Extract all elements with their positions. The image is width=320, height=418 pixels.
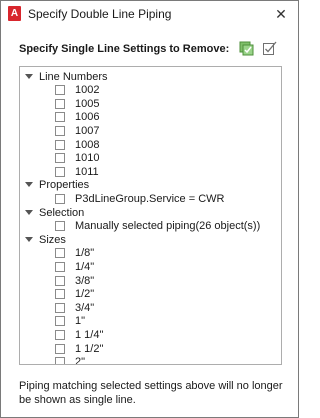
tree-item-label: 1/2": [75, 288, 95, 301]
tree-group-label: Line Numbers: [39, 70, 108, 83]
collapse-arrow-icon[interactable]: [25, 182, 33, 190]
item-checkbox[interactable]: [55, 112, 65, 123]
tree-item-label: P3dLineGroup.Service = CWR: [75, 192, 225, 205]
tree-item-label: 3/8": [75, 274, 95, 287]
item-checkbox[interactable]: [55, 261, 65, 272]
item-checkbox[interactable]: [55, 193, 65, 204]
settings-heading: Specify Single Line Settings to Remove:: [19, 43, 230, 55]
select-all-button[interactable]: [237, 39, 255, 57]
tree-item[interactable]: 1002: [55, 84, 99, 97]
tree-item-label: 1 1/4": [75, 328, 104, 341]
close-icon: ✕: [275, 5, 287, 22]
tree-item-label: 1002: [75, 84, 100, 97]
tree-item[interactable]: 1006: [55, 111, 99, 124]
tree-group-0[interactable]: Line Numbers: [25, 70, 107, 83]
tree-item[interactable]: 1/2": [55, 288, 94, 301]
tree-item-label: 1/4": [75, 260, 95, 273]
tree-item[interactable]: 1005: [55, 97, 99, 110]
tree-item-label: 1008: [75, 138, 100, 151]
tree-item-label: 1005: [75, 97, 100, 110]
tree-item-label: 1 1/2": [75, 342, 104, 355]
tree-item-label: 3/4": [75, 301, 95, 314]
tree-item-label: 1": [75, 315, 86, 328]
tree-item[interactable]: 1": [55, 315, 85, 328]
tree-group-2[interactable]: Selection: [25, 206, 84, 219]
tree-group-label: Properties: [39, 179, 90, 192]
tree-item[interactable]: 1 1/2": [55, 342, 103, 355]
item-checkbox[interactable]: [55, 153, 65, 164]
tree-item[interactable]: 2": [55, 356, 86, 365]
title-bar: A Specify Double Line Piping ✕: [1, 1, 298, 28]
autocad-app-icon: A: [8, 6, 21, 21]
tree-item[interactable]: 1007: [55, 124, 99, 137]
collapse-arrow-icon[interactable]: [25, 209, 33, 218]
collapse-arrow-icon[interactable]: [25, 236, 33, 245]
window-title: Specify Double Line Piping: [28, 7, 172, 21]
item-checkbox[interactable]: [55, 357, 65, 364]
item-checkbox[interactable]: [55, 289, 65, 300]
tree-item[interactable]: 1008: [55, 138, 99, 151]
collapse-arrow-icon[interactable]: [25, 73, 33, 82]
item-checkbox[interactable]: [55, 98, 65, 109]
clear-all-icon: [263, 41, 277, 55]
tree-group-label: Selection: [39, 206, 85, 219]
item-checkbox[interactable]: [55, 329, 65, 340]
clear-all-button[interactable]: [261, 39, 279, 57]
item-checkbox[interactable]: [55, 302, 65, 313]
tree-item-label: 1011: [75, 165, 99, 178]
select-all-icon: [239, 41, 254, 56]
tree-group-3[interactable]: Sizes: [25, 233, 66, 246]
tree-item[interactable]: Manually selected piping(26 object(s)): [55, 220, 260, 233]
tree-item[interactable]: 3/4": [55, 301, 94, 314]
tree-item-label: 1010: [75, 152, 100, 165]
tree-group-1[interactable]: Properties: [25, 179, 89, 192]
item-checkbox[interactable]: [55, 343, 65, 354]
tree-item[interactable]: P3dLineGroup.Service = CWR: [55, 192, 224, 205]
tree-item[interactable]: 1011: [55, 165, 99, 178]
tree-item-label: Manually selected piping(26 object(s)): [75, 220, 261, 233]
tree-item-label: 1006: [75, 111, 100, 124]
item-checkbox[interactable]: [55, 248, 65, 259]
tree-group-label: Sizes: [39, 233, 66, 246]
tree-item[interactable]: 1010: [55, 152, 99, 165]
item-checkbox[interactable]: [55, 221, 65, 232]
tree-item[interactable]: 3/8": [55, 274, 94, 287]
item-checkbox[interactable]: [55, 275, 65, 286]
footer-note: Piping matching selected settings above …: [19, 380, 283, 406]
tree-item-label: 2": [75, 356, 86, 365]
item-checkbox[interactable]: [55, 316, 65, 327]
dialog-window: A Specify Double Line Piping ✕ Specify S…: [0, 0, 299, 418]
close-button[interactable]: ✕: [270, 4, 292, 24]
item-checkbox[interactable]: [55, 139, 65, 150]
tree-item-label: 1007: [75, 124, 100, 137]
item-checkbox[interactable]: [55, 125, 65, 136]
item-checkbox[interactable]: [55, 166, 65, 177]
tree-item-label: 1/8": [75, 247, 95, 260]
tree-item[interactable]: 1 1/4": [55, 328, 103, 341]
item-checkbox[interactable]: [55, 85, 65, 96]
tree-item[interactable]: 1/4": [55, 260, 94, 273]
settings-tree[interactable]: Line Numbers 1002 1005 1006 1007 1008 1010 1011…: [19, 66, 282, 365]
tree-item[interactable]: 1/8": [55, 247, 94, 260]
